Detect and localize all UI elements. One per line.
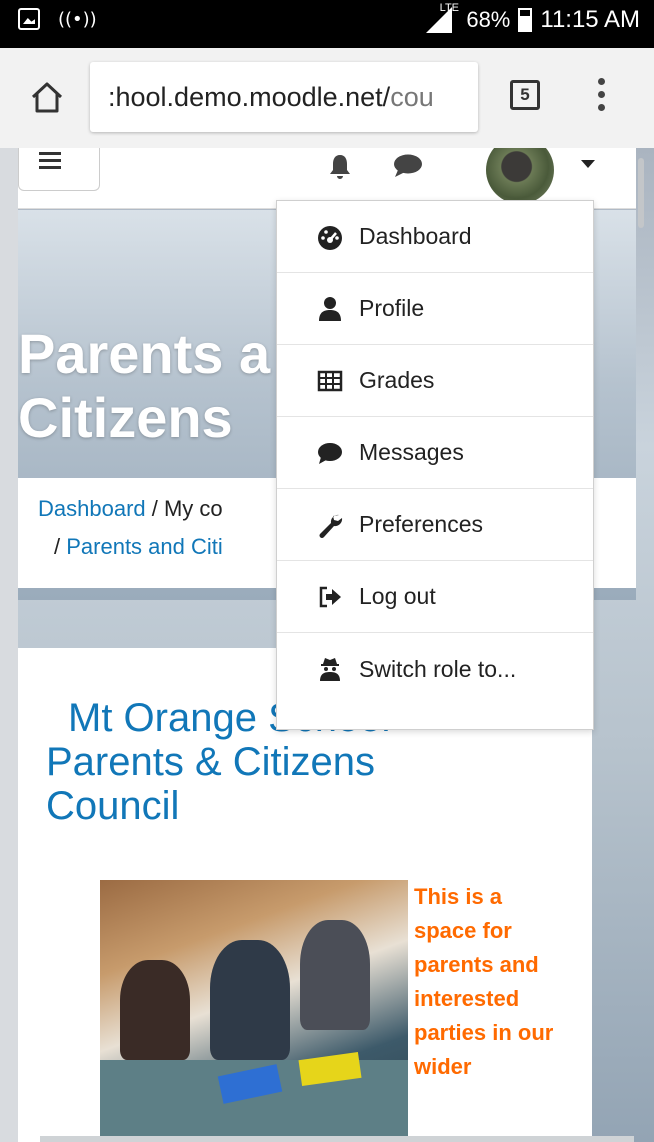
battery-percent: 68% <box>466 7 511 32</box>
breadcrumb-line1: Dashboard / My co <box>38 496 223 522</box>
page-scrollbar[interactable] <box>638 158 644 228</box>
user-menu-dropdown: Dashboard Profile Grades Messages Prefer… <box>276 200 594 730</box>
user-icon <box>317 296 343 322</box>
url-text: :hool.demo.moodle.net/cou <box>108 82 434 113</box>
nav-drawer-button[interactable] <box>18 148 100 191</box>
page-title: Parents a Citizens <box>18 322 270 450</box>
chat-icon <box>317 440 343 466</box>
breadcrumb-separator: / <box>54 534 67 559</box>
page-title-line1: Parents a <box>18 322 271 385</box>
hotspot-icon: ((•)) <box>58 8 97 30</box>
status-left: ((•)) <box>18 8 97 30</box>
gallery-notification-icon <box>18 8 40 30</box>
breadcrumb-dashboard-link[interactable]: Dashboard <box>38 496 146 521</box>
course-intro-text: This is a space for parents and interest… <box>414 884 554 1079</box>
course-heading-line2: Parents & Citizens <box>46 740 376 784</box>
chevron-down-icon[interactable] <box>581 160 595 168</box>
page-title-line2: Citizens <box>18 386 233 449</box>
course-heading-line3: Council <box>46 784 180 828</box>
signal-icon <box>426 7 453 33</box>
bottom-scroll-indicator <box>40 1136 634 1142</box>
menu-item-messages[interactable]: Messages <box>277 417 593 489</box>
sign-out-icon <box>317 584 343 610</box>
menu-item-label: Log out <box>359 583 436 609</box>
clock: 11:15 AM <box>540 6 640 33</box>
status-bar: ((•)) LTE 68% 11:15 AM <box>0 0 654 48</box>
table-icon <box>317 368 343 394</box>
menu-item-label: Profile <box>359 295 425 321</box>
battery-icon <box>518 8 533 32</box>
home-icon[interactable] <box>30 80 64 114</box>
page-left-gutter <box>0 148 18 1142</box>
messages-icon[interactable] <box>393 154 423 178</box>
menu-item-profile[interactable]: Profile <box>277 273 593 345</box>
status-right: 68% 11:15 AM <box>426 6 640 34</box>
user-secret-icon <box>317 656 343 682</box>
menu-item-dashboard[interactable]: Dashboard <box>277 201 593 273</box>
wrench-icon <box>317 512 343 538</box>
breadcrumb-my-courses[interactable]: My co <box>164 496 223 521</box>
breadcrumb-course-link[interactable]: Parents and Citi <box>66 534 223 559</box>
browser-toolbar: :hool.demo.moodle.net/cou 5 <box>0 48 654 148</box>
course-photo <box>100 880 408 1142</box>
bell-icon[interactable] <box>328 154 352 180</box>
url-host: :hool.demo.moodle.net/ <box>108 82 391 112</box>
url-path: cou <box>390 82 434 112</box>
menu-item-label: Preferences <box>359 511 484 537</box>
address-bar[interactable]: :hool.demo.moodle.net/cou <box>90 62 478 132</box>
menu-item-label: Dashboard <box>359 223 472 249</box>
dashboard-icon <box>317 224 343 250</box>
breadcrumb-separator: / <box>145 496 164 521</box>
menu-item-preferences[interactable]: Preferences <box>277 489 593 561</box>
menu-item-grades[interactable]: Grades <box>277 345 593 417</box>
web-page: Parents a Citizens Dashboard / My co / P… <box>0 148 654 1142</box>
menu-item-label: Messages <box>359 439 464 465</box>
menu-item-switch-role[interactable]: Switch role to... <box>277 633 593 705</box>
breadcrumb-line2: / Parents and Citi <box>54 534 223 560</box>
menu-item-label: Switch role to... <box>359 655 517 682</box>
menu-item-label: Grades <box>359 367 435 393</box>
menu-item-logout[interactable]: Log out <box>277 561 593 633</box>
avatar[interactable] <box>486 148 554 204</box>
tab-switcher-button[interactable]: 5 <box>510 80 540 110</box>
browser-menu-icon[interactable] <box>596 78 606 118</box>
